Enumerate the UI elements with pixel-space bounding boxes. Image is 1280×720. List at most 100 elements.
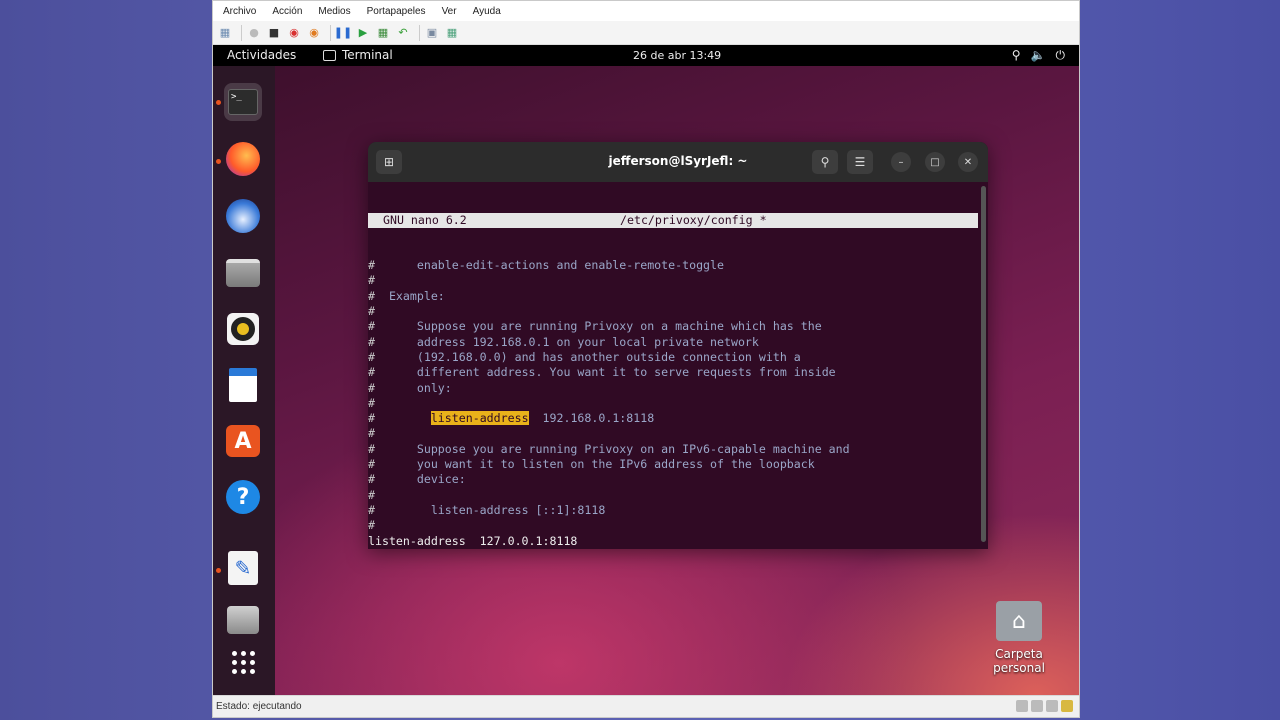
comment-text: Example: — [374, 288, 445, 303]
search-button[interactable]: ⚲ — [812, 150, 838, 174]
nano-editor[interactable]: GNU nano 6.2 /etc/privoxy/config * # ena… — [368, 182, 978, 549]
comment-marker: # — [368, 395, 375, 410]
home-folder-icon: ⌂ — [996, 601, 1042, 641]
start-icon[interactable]: ● — [246, 25, 262, 41]
text-line: # — [368, 396, 978, 411]
power-icon: ⏻ — [1055, 48, 1066, 62]
pause-icon[interactable]: ❚❚ — [334, 25, 352, 41]
ubuntu-desktop: Actividades Terminal 26 de abr 13:49 ⚲ 🔈… — [213, 45, 1079, 696]
nano-content[interactable]: # enable-edit-actions and enable-remote-… — [368, 258, 978, 549]
ctrl-alt-del-icon[interactable]: ▦ — [217, 25, 233, 41]
comment-marker: # — [368, 304, 375, 319]
shutdown-icon[interactable]: ◉ — [286, 25, 302, 41]
software-center-icon[interactable]: A — [224, 422, 262, 460]
text-line: # — [368, 488, 978, 503]
vm-toolbar: ▦ ● ■ ◉ ◉ ❚❚ ▶ ▦ ↶ ▣ ▦ — [213, 21, 1079, 45]
scrollbar[interactable] — [981, 186, 986, 542]
clock[interactable]: 26 de abr 13:49 — [633, 49, 721, 62]
app-menu[interactable]: Terminal — [323, 48, 393, 62]
nano-filename: /etc/privoxy/config * — [620, 212, 767, 227]
running-indicator — [216, 159, 221, 164]
menu-archivo[interactable]: Archivo — [223, 6, 256, 17]
show-apps-icon[interactable] — [224, 643, 262, 681]
comment-marker: # — [368, 426, 375, 441]
vm-window: Archivo Acción Medios Portapapeles Ver A… — [212, 0, 1080, 718]
comment-marker: # — [368, 411, 375, 426]
maximize-button[interactable]: □ — [925, 152, 945, 172]
running-indicator — [216, 100, 221, 105]
nano-shortcuts: ^G Ayuda^O Guardar^W Buscar^K Cortar^T E… — [368, 518, 978, 549]
keyboard-icon — [1016, 700, 1028, 712]
volume-icon: 🔈 — [1030, 48, 1046, 62]
running-indicator — [216, 568, 221, 573]
checkpoint-icon[interactable]: ▦ — [375, 25, 391, 41]
comment-marker: # — [368, 288, 375, 303]
comment-text: 192.168.0.1:8118 — [528, 411, 655, 426]
share-icon[interactable]: ▦ — [444, 25, 460, 41]
text-line: # different address. You want it to serv… — [368, 365, 978, 380]
menu-medios[interactable]: Medios — [318, 6, 350, 17]
menu-ayuda[interactable]: Ayuda — [473, 6, 501, 17]
gnome-topbar: Actividades Terminal 26 de abr 13:49 ⚲ 🔈… — [213, 45, 1079, 66]
vm-statusbar: Estado: ejecutando — [213, 695, 1079, 717]
terminal-window: ⊞ jefferson@lSyrJefl: ~ ⚲ ☰ – □ ✕ GNU na… — [368, 142, 988, 549]
comment-text: address 192.168.0.1 on your local privat… — [374, 334, 759, 349]
home-folder-label: Carpeta personal — [993, 647, 1045, 675]
thunderbird-icon[interactable] — [224, 197, 262, 235]
comment-text: only: — [374, 380, 452, 395]
disk-icon — [1031, 700, 1043, 712]
toolbar-separator — [241, 24, 242, 41]
terminal-small-icon — [323, 49, 336, 61]
system-tray[interactable]: ⚲ 🔈 ⏻ — [1012, 48, 1065, 63]
rhythmbox-icon[interactable] — [224, 310, 262, 348]
comment-text: different address. You want it to serve … — [374, 365, 836, 380]
comment-marker: # — [368, 349, 375, 364]
comment-text: device: — [374, 472, 466, 487]
comment-text: listen-address [::1]:8118 — [374, 502, 606, 517]
network-status-icon — [1046, 700, 1058, 712]
help-icon[interactable]: ? — [224, 478, 262, 516]
dock: >_ A ? ✎ — [213, 66, 275, 696]
comment-marker: # — [368, 502, 375, 517]
comment-marker: # — [368, 380, 375, 395]
text-line: # you want it to listen on the IPv6 addr… — [368, 457, 978, 472]
drive-icon[interactable] — [224, 601, 262, 639]
menu-accion[interactable]: Acción — [272, 6, 302, 17]
comment-text: you want it to listen on the IPv6 addres… — [374, 457, 815, 472]
nano-version: GNU nano 6.2 — [383, 212, 467, 227]
comment-marker: # — [368, 258, 375, 273]
minimize-button[interactable]: – — [891, 152, 911, 172]
revert-icon[interactable]: ↶ — [395, 25, 411, 41]
nano-titlebar: GNU nano 6.2 /etc/privoxy/config * — [368, 212, 978, 228]
home-folder[interactable]: ⌂ Carpeta personal — [969, 601, 1069, 675]
terminal-icon[interactable]: >_ — [224, 83, 262, 121]
files-icon[interactable] — [224, 254, 262, 292]
turn-off-icon[interactable]: ■ — [266, 25, 282, 41]
firefox-icon[interactable] — [224, 140, 262, 178]
text-editor-icon[interactable]: ✎ — [224, 549, 262, 587]
text-line: # (192.168.0.0) and has another outside … — [368, 350, 978, 365]
menu-button[interactable]: ☰ — [847, 150, 873, 174]
close-button[interactable]: ✕ — [958, 152, 978, 172]
comment-text: Suppose you are running Privoxy on a mac… — [374, 319, 822, 334]
resume-icon[interactable]: ▶ — [355, 25, 371, 41]
menu-portapapeles[interactable]: Portapapeles — [367, 6, 426, 17]
comment-marker: # — [368, 487, 375, 502]
save-state-icon[interactable]: ◉ — [306, 25, 322, 41]
comment-marker: # — [368, 472, 375, 487]
status-icons — [1016, 700, 1073, 712]
text-line: # Suppose you are running Privoxy on a m… — [368, 319, 978, 334]
comment-marker: # — [368, 441, 375, 456]
activities-button[interactable]: Actividades — [227, 48, 296, 62]
toolbar-separator — [419, 24, 420, 41]
text-line: # only: — [368, 381, 978, 396]
text-line: # Example: — [368, 289, 978, 304]
comment-marker: # — [368, 319, 375, 334]
lock-icon — [1061, 700, 1073, 712]
comment-marker: # — [368, 365, 375, 380]
text-line: # enable-edit-actions and enable-remote-… — [368, 258, 978, 273]
libreoffice-writer-icon[interactable] — [224, 366, 262, 404]
menu-ver[interactable]: Ver — [442, 6, 457, 17]
network-icon: ⚲ — [1011, 48, 1021, 62]
enhanced-session-icon[interactable]: ▣ — [424, 25, 440, 41]
